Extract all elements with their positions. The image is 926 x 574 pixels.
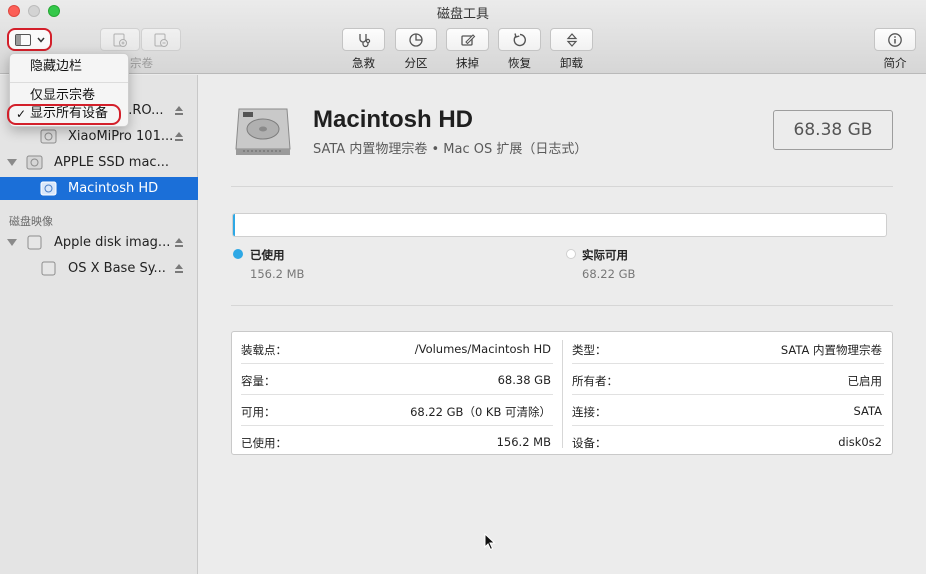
unmount-icon — [566, 32, 577, 47]
used-legend-dot — [233, 249, 243, 259]
pie-chart-icon — [409, 32, 423, 47]
info-icon — [888, 32, 902, 47]
volume-size-badge: 68.38 GB — [773, 110, 893, 150]
restore-icon — [513, 32, 526, 46]
sidebar-item-macintosh-hd[interactable]: Macintosh HD — [0, 177, 198, 200]
sidebar-item-label: XiaoMiPro 101... — [68, 129, 174, 144]
column-divider — [562, 340, 563, 448]
first-aid-button[interactable] — [342, 28, 385, 51]
add-volume-icon — [113, 33, 127, 47]
eject-icon[interactable] — [175, 238, 183, 247]
volume-label: 宗卷 — [130, 56, 153, 70]
window-title: 磁盘工具 — [436, 7, 489, 22]
free-legend-dot — [566, 249, 576, 259]
info-value-mount-point: /Volumes/Macintosh HD — [414, 342, 551, 356]
eject-icon[interactable] — [175, 106, 183, 115]
used-legend-value: 156.2 MB — [250, 267, 305, 281]
row-separator — [241, 425, 553, 426]
sidebar-toggle-button[interactable] — [7, 28, 52, 51]
usage-bar — [232, 213, 887, 237]
eject-icon[interactable] — [175, 264, 183, 273]
unmount-label: 卸载 — [560, 56, 583, 70]
info-value-connection: SATA — [853, 404, 883, 418]
first-aid-label: 急救 — [352, 56, 375, 70]
volume-detail-panel: Macintosh HD SATA 内置物理宗卷 • Mac OS 扩展（日志式… — [199, 75, 926, 574]
sidebar-item-label: Apple disk imag... — [54, 235, 171, 250]
sidebar-section-header: 磁盘映像 — [9, 215, 53, 228]
info-label-available: 可用： — [241, 405, 276, 419]
volume-name: Macintosh HD — [313, 106, 474, 133]
divider — [231, 186, 893, 187]
sidebar-item-xiaomipro[interactable]: XiaoMiPro 101... — [0, 125, 198, 148]
info-label-owners: 所有者： — [572, 374, 618, 388]
menu-item-show-volumes-only[interactable]: 仅显示宗卷 — [10, 86, 128, 106]
used-legend-title: 已使用 — [250, 248, 285, 262]
disk-image-volume-icon — [41, 261, 56, 276]
volume-subtitle: SATA 内置物理宗卷 • Mac OS 扩展（日志式） — [313, 142, 588, 157]
erase-button[interactable] — [446, 28, 489, 51]
sidebar-item-label: OS X Base Sy... — [68, 261, 166, 276]
disclosure-triangle-icon[interactable] — [7, 239, 17, 246]
chevron-down-icon — [36, 37, 45, 43]
sidebar-item-label: APPLE SSD mac... — [54, 155, 169, 170]
menu-separator — [10, 82, 128, 83]
hard-drive-icon — [235, 108, 291, 155]
info-label-mount-point: 装载点： — [241, 343, 287, 357]
free-legend-title: 实际可用 — [582, 248, 628, 262]
restore-button[interactable] — [498, 28, 541, 51]
sidebar-icon — [14, 33, 31, 46]
remove-volume-button[interactable] — [141, 28, 181, 51]
info-label-used: 已使用： — [241, 436, 287, 450]
sidebar-item-label: Macintosh HD — [68, 181, 159, 196]
info-value-capacity: 68.38 GB — [497, 373, 551, 387]
row-separator — [241, 394, 553, 395]
disclosure-triangle-icon[interactable] — [7, 159, 17, 166]
erase-icon — [460, 33, 475, 46]
disk-image-icon — [27, 235, 42, 250]
sidebar-item-apple-disk-image[interactable]: Apple disk imag... — [0, 231, 198, 254]
toolbar: 磁盘工具 宗卷 急救 分区 抹掉 恢复 卸载 简介 — [0, 0, 926, 74]
divider — [231, 305, 893, 306]
row-separator — [572, 363, 884, 364]
volume-icon — [40, 181, 57, 196]
row-separator — [572, 425, 884, 426]
sidebar-item-apple-ssd[interactable]: APPLE SSD mac... — [0, 151, 198, 174]
stethoscope-icon — [358, 33, 370, 47]
unmount-button[interactable] — [550, 28, 593, 51]
info-button[interactable] — [874, 28, 916, 51]
internal-drive-icon — [26, 155, 43, 170]
info-value-available: 68.22 GB（0 KB 可清除） — [410, 405, 551, 419]
info-label-capacity: 容量： — [241, 374, 276, 388]
info-value-device: disk0s2 — [838, 435, 882, 449]
info-value-type: SATA 内置物理宗卷 — [780, 343, 882, 357]
sidebar: ...RO... XiaoMiPro 101... APPLE SSD mac.… — [0, 75, 198, 574]
info-label-device: 设备： — [572, 436, 607, 450]
info-label-connection: 连接： — [572, 405, 607, 419]
usage-bar-used-fill — [233, 214, 235, 236]
free-legend-value: 68.22 GB — [582, 267, 636, 281]
info-value-used: 156.2 MB — [496, 435, 551, 449]
volume-info-table: 装载点： /Volumes/Macintosh HD 容量： 68.38 GB … — [231, 331, 893, 455]
external-drive-icon — [40, 129, 57, 144]
info-label-type: 类型： — [572, 343, 607, 357]
partition-button[interactable] — [395, 28, 437, 51]
info-label: 简介 — [883, 56, 907, 70]
mouse-cursor-icon — [484, 533, 496, 551]
annotation-highlight-ring — [7, 104, 121, 125]
erase-label: 抹掉 — [456, 56, 479, 70]
menu-item-hide-sidebar[interactable]: 隐藏边栏 — [10, 57, 128, 77]
eject-icon[interactable] — [175, 132, 183, 141]
remove-volume-icon — [154, 33, 168, 47]
row-separator — [241, 363, 553, 364]
partition-label: 分区 — [404, 56, 428, 70]
restore-label: 恢复 — [508, 56, 531, 70]
add-volume-button[interactable] — [100, 28, 140, 51]
row-separator — [572, 394, 884, 395]
info-value-owners: 已启用 — [847, 374, 883, 388]
sidebar-item-os-x-base-system[interactable]: OS X Base Sy... — [0, 257, 198, 280]
